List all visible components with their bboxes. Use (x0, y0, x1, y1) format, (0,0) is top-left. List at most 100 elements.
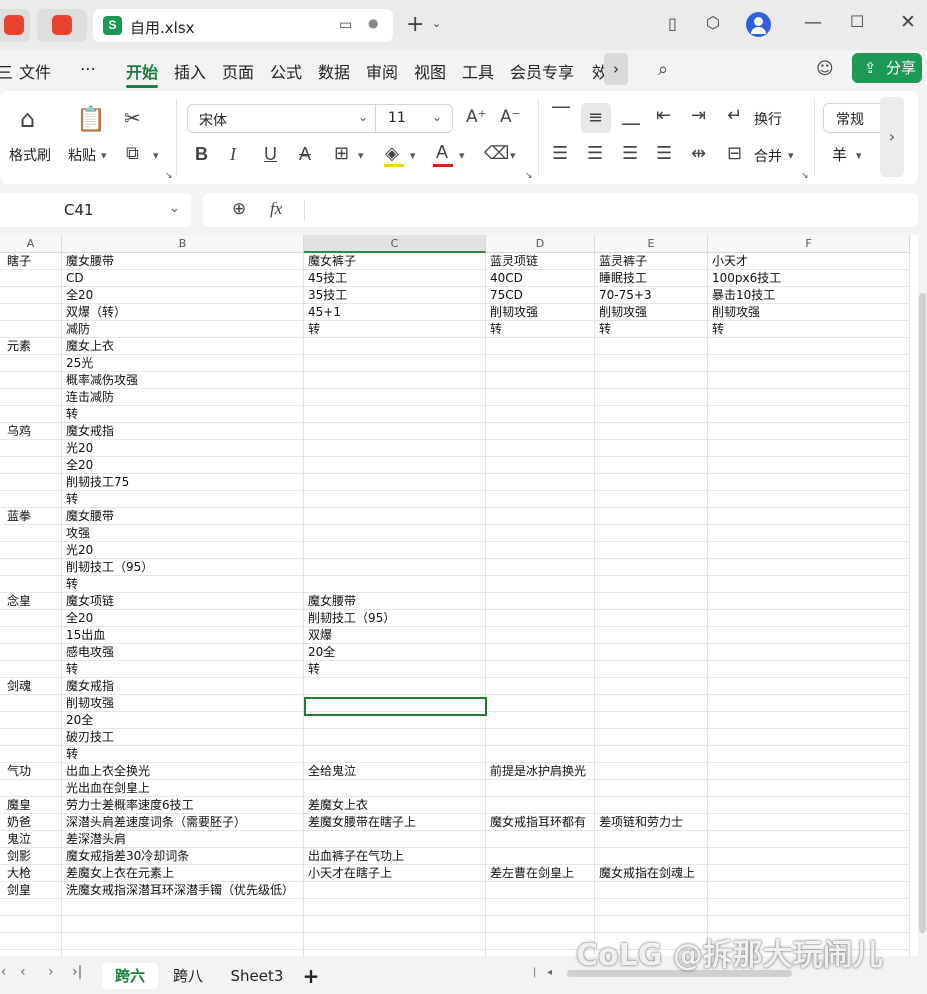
cell-c33[interactable]: 差魔女上衣 (308, 797, 368, 814)
strikethrough-icon[interactable]: A (299, 144, 311, 165)
menu-view[interactable]: 视图 (414, 59, 446, 83)
align-bottom-icon[interactable]: ⎽ (622, 105, 640, 126)
wps-home-tab[interactable] (0, 9, 30, 42)
sheet-tab-kua8[interactable]: 跨八 (162, 963, 214, 989)
cell-b22[interactable]: 全20 (66, 610, 93, 627)
cell-a37[interactable]: 大枪 (7, 865, 31, 882)
cell-b32[interactable]: 光出血在剑皇上 (66, 780, 150, 797)
cell-c3[interactable]: 35技工 (308, 287, 347, 304)
column-header-b[interactable]: B (62, 235, 304, 253)
cell-b6[interactable]: 魔女上衣 (66, 338, 114, 355)
align-center-icon[interactable]: ☰ (587, 143, 603, 164)
cell-b5[interactable]: 减防 (66, 321, 90, 338)
cell-a34[interactable]: 奶爸 (7, 814, 31, 831)
cell-b11[interactable]: 魔女戒指 (66, 423, 114, 440)
cell-c1[interactable]: 魔女裤子 (308, 253, 356, 270)
cell-d5[interactable]: 转 (490, 321, 502, 338)
monitor-icon[interactable]: ▭ (339, 17, 352, 33)
close-icon[interactable]: ✕ (900, 11, 916, 33)
italic-icon[interactable]: I (230, 144, 236, 165)
cell-b37[interactable]: 差魔女上衣在元素上 (66, 865, 174, 882)
increase-indent-icon[interactable]: ⇥ (691, 105, 706, 126)
cell-b26[interactable]: 魔女戒指 (66, 678, 114, 695)
cell-d31[interactable]: 前提是冰护肩换光 (490, 763, 586, 780)
merge-cells-icon[interactable]: ⊟ (727, 143, 742, 164)
menu-scroll-right-icon[interactable]: › (604, 53, 628, 85)
cell-e5[interactable]: 转 (599, 321, 611, 338)
cell-e34[interactable]: 差项链和劳力士 (599, 814, 683, 831)
cell-f2[interactable]: 100px6技工 (712, 270, 781, 287)
menu-file[interactable]: 文件 (19, 59, 51, 83)
paste-icon[interactable]: 📋 (76, 105, 106, 133)
sheet-tab-kua6[interactable]: 跨六 (102, 963, 158, 989)
align-right-icon[interactable]: ☰ (622, 143, 638, 164)
cell-c37[interactable]: 小天才在瞎子上 (308, 865, 392, 882)
menu-more[interactable]: ⋯ (80, 59, 96, 78)
cell-b33[interactable]: 劳力士差概率速度6技工 (66, 797, 194, 814)
cell-b18[interactable]: 光20 (66, 542, 93, 559)
merge-dropdown-icon[interactable]: ▾ (788, 149, 794, 162)
maximize-icon[interactable]: ☐ (850, 12, 864, 31)
cell-b8[interactable]: 概率减伤攻强 (66, 372, 138, 389)
sheet-grid[interactable]: A B C D E F 瞎子 魔女腰带 魔女裤子 蓝灵项链 蓝灵裤子 小天才 CD 45技工 40CD 睡眠技… (0, 235, 918, 956)
font-size-select[interactable]: 11 ⌄ (376, 104, 453, 133)
cell-b23[interactable]: 15出血 (66, 627, 105, 644)
cell-b12[interactable]: 光20 (66, 440, 93, 457)
cell-f4[interactable]: 削韧攻强 (712, 304, 760, 321)
font-color-dropdown-icon[interactable]: ▾ (459, 149, 465, 162)
cell-e4[interactable]: 削韧攻强 (599, 304, 647, 321)
name-box[interactable]: C41 ⌄ (0, 193, 191, 227)
currency-dropdown-icon[interactable]: ▾ (856, 149, 862, 162)
cell-f1[interactable]: 小天才 (712, 253, 748, 270)
scroll-left-icon[interactable]: | (533, 967, 536, 978)
copy-icon[interactable]: ⧉ (126, 143, 139, 164)
menu-home[interactable]: 开始 (126, 59, 158, 83)
cell-a36[interactable]: 剑影 (7, 848, 31, 865)
ribbon-scroll-right-icon[interactable]: › (880, 97, 904, 177)
selected-cell-c41[interactable] (304, 697, 487, 716)
sheet-tab-sheet3[interactable]: Sheet3 (222, 963, 292, 989)
eraser-dropdown-icon[interactable]: ▾ (510, 149, 516, 162)
file-tab[interactable]: S 自用.xlsx ▭ ● (93, 9, 393, 42)
cell-c2[interactable]: 45技工 (308, 270, 347, 287)
cell-a26[interactable]: 剑魂 (7, 678, 31, 695)
split-view-icon[interactable]: ▯ (668, 14, 677, 33)
cell-c5[interactable]: 转 (308, 321, 320, 338)
align-left-icon[interactable]: ☰ (552, 143, 568, 164)
wrap-text-label[interactable]: 换行 (754, 109, 782, 129)
cell-b16[interactable]: 魔女腰带 (66, 508, 114, 525)
tab-list-chevron-icon[interactable]: ⌄ (432, 17, 441, 30)
column-header-f[interactable]: F (708, 235, 910, 253)
cell-c34[interactable]: 差魔女腰带在瞎子上 (308, 814, 416, 831)
cell-b3[interactable]: 全20 (66, 287, 93, 304)
cell-b4[interactable]: 双爆（转） (66, 304, 126, 321)
column-header-a[interactable]: A (0, 235, 62, 253)
search-icon[interactable]: ⌕ (658, 59, 668, 80)
zoom-search-icon[interactable]: ⊕ (232, 199, 246, 219)
format-painter-label[interactable]: 格式刷 (9, 145, 51, 165)
justify-icon[interactable]: ☰ (656, 143, 672, 164)
menu-page[interactable]: 页面 (222, 59, 254, 83)
column-header-c[interactable]: C (304, 235, 486, 253)
cell-a1[interactable]: 瞎子 (7, 253, 31, 270)
cell-a21[interactable]: 念皇 (7, 593, 31, 610)
cell-a38[interactable]: 剑皇 (7, 882, 31, 899)
font-name-select[interactable]: 宋体 ⌄ (187, 104, 376, 133)
avatar[interactable] (746, 12, 771, 37)
cell-e3[interactable]: 70-75+3 (599, 287, 652, 304)
menu-tools[interactable]: 工具 (462, 59, 494, 83)
cell-b21[interactable]: 魔女项链 (66, 593, 114, 610)
cell-b2[interactable]: CD (66, 270, 84, 287)
cell-b24[interactable]: 感电攻强 (66, 644, 114, 661)
number-format-select[interactable]: 常规 (823, 103, 881, 133)
cell-b15[interactable]: 转 (66, 491, 78, 508)
menu-hamburger-icon[interactable]: 三 (0, 59, 13, 83)
cell-b20[interactable]: 转 (66, 576, 78, 593)
align-top-icon[interactable]: ⎺ (552, 105, 570, 126)
next-sheet-icon[interactable]: › (48, 964, 54, 980)
font-expand-icon[interactable]: ↘ (525, 171, 533, 181)
add-sheet-button[interactable]: + (298, 963, 324, 989)
h-scroll-left-icon[interactable]: ◂ (547, 967, 552, 978)
cell-b30[interactable]: 转 (66, 746, 78, 763)
paste-label[interactable]: 粘贴 (68, 145, 96, 165)
